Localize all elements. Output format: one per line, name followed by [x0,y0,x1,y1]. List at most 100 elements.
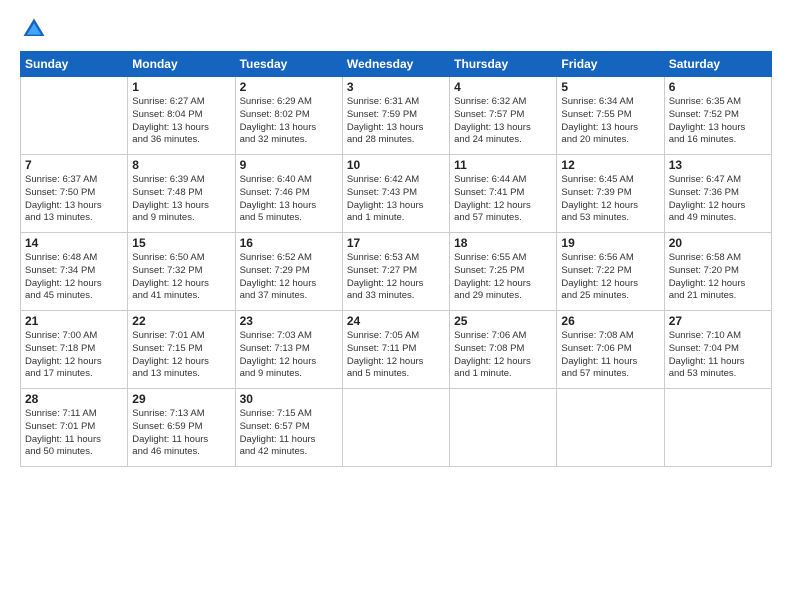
calendar-cell: 28 Sunrise: 7:11 AM Sunset: 7:01 PM Dayli… [21,389,128,467]
calendar-cell: 23 Sunrise: 7:03 AM Sunset: 7:13 PM Dayli… [235,311,342,389]
day-number: 29 [132,392,230,406]
day-info: Sunrise: 6:48 AM Sunset: 7:34 PM Dayligh… [25,252,123,303]
calendar-cell: 18 Sunrise: 6:55 AM Sunset: 7:25 PM Dayli… [450,233,557,311]
day-number: 26 [561,314,659,328]
calendar-header-wednesday: Wednesday [342,52,449,77]
logo-icon [20,15,48,43]
calendar-week-3: 14 Sunrise: 6:48 AM Sunset: 7:34 PM Dayli… [21,233,772,311]
day-number: 16 [240,236,338,250]
day-info: Sunrise: 6:31 AM Sunset: 7:59 PM Dayligh… [347,96,445,147]
calendar-header-friday: Friday [557,52,664,77]
calendar-header-tuesday: Tuesday [235,52,342,77]
calendar-cell: 13 Sunrise: 6:47 AM Sunset: 7:36 PM Dayli… [664,155,771,233]
day-info: Sunrise: 7:11 AM Sunset: 7:01 PM Dayligh… [25,408,123,459]
logo [20,15,52,43]
day-info: Sunrise: 7:15 AM Sunset: 6:57 PM Dayligh… [240,408,338,459]
day-info: Sunrise: 7:00 AM Sunset: 7:18 PM Dayligh… [25,330,123,381]
day-number: 14 [25,236,123,250]
calendar-cell [664,389,771,467]
calendar-cell: 20 Sunrise: 6:58 AM Sunset: 7:20 PM Dayli… [664,233,771,311]
day-info: Sunrise: 6:32 AM Sunset: 7:57 PM Dayligh… [454,96,552,147]
header [20,15,772,43]
day-info: Sunrise: 7:01 AM Sunset: 7:15 PM Dayligh… [132,330,230,381]
day-number: 18 [454,236,552,250]
day-number: 25 [454,314,552,328]
day-info: Sunrise: 6:39 AM Sunset: 7:48 PM Dayligh… [132,174,230,225]
calendar-cell: 30 Sunrise: 7:15 AM Sunset: 6:57 PM Dayli… [235,389,342,467]
day-number: 21 [25,314,123,328]
calendar-cell: 15 Sunrise: 6:50 AM Sunset: 7:32 PM Dayli… [128,233,235,311]
day-number: 10 [347,158,445,172]
calendar-cell: 22Sunrise: 7:01 AM Sunset: 7:15 PM Dayli… [128,311,235,389]
day-number: 4 [454,80,552,94]
calendar-cell: 21 Sunrise: 7:00 AM Sunset: 7:18 PM Dayli… [21,311,128,389]
calendar-week-2: 7Sunrise: 6:37 AM Sunset: 7:50 PM Daylig… [21,155,772,233]
day-info: Sunrise: 6:56 AM Sunset: 7:22 PM Dayligh… [561,252,659,303]
day-info: Sunrise: 7:03 AM Sunset: 7:13 PM Dayligh… [240,330,338,381]
calendar-cell: 27 Sunrise: 7:10 AM Sunset: 7:04 PM Dayli… [664,311,771,389]
day-number: 24 [347,314,445,328]
calendar-cell: 14 Sunrise: 6:48 AM Sunset: 7:34 PM Dayli… [21,233,128,311]
calendar-cell: 3Sunrise: 6:31 AM Sunset: 7:59 PM Daylig… [342,77,449,155]
day-info: Sunrise: 7:08 AM Sunset: 7:06 PM Dayligh… [561,330,659,381]
day-info: Sunrise: 6:55 AM Sunset: 7:25 PM Dayligh… [454,252,552,303]
day-info: Sunrise: 6:45 AM Sunset: 7:39 PM Dayligh… [561,174,659,225]
calendar-cell: 2Sunrise: 6:29 AM Sunset: 8:02 PM Daylig… [235,77,342,155]
day-number: 6 [669,80,767,94]
calendar-cell: 17 Sunrise: 6:53 AM Sunset: 7:27 PM Dayli… [342,233,449,311]
day-number: 13 [669,158,767,172]
day-info: Sunrise: 6:44 AM Sunset: 7:41 PM Dayligh… [454,174,552,225]
day-number: 1 [132,80,230,94]
calendar-cell: 12 Sunrise: 6:45 AM Sunset: 7:39 PM Dayli… [557,155,664,233]
day-info: Sunrise: 6:42 AM Sunset: 7:43 PM Dayligh… [347,174,445,225]
calendar: SundayMondayTuesdayWednesdayThursdayFrid… [20,51,772,467]
day-info: Sunrise: 6:29 AM Sunset: 8:02 PM Dayligh… [240,96,338,147]
day-info: Sunrise: 7:13 AM Sunset: 6:59 PM Dayligh… [132,408,230,459]
calendar-week-5: 28 Sunrise: 7:11 AM Sunset: 7:01 PM Dayli… [21,389,772,467]
calendar-cell [450,389,557,467]
calendar-cell: 29 Sunrise: 7:13 AM Sunset: 6:59 PM Dayli… [128,389,235,467]
calendar-header-saturday: Saturday [664,52,771,77]
day-info: Sunrise: 6:47 AM Sunset: 7:36 PM Dayligh… [669,174,767,225]
day-info: Sunrise: 7:06 AM Sunset: 7:08 PM Dayligh… [454,330,552,381]
calendar-cell: 16 Sunrise: 6:52 AM Sunset: 7:29 PM Dayli… [235,233,342,311]
calendar-cell: 5Sunrise: 6:34 AM Sunset: 7:55 PM Daylig… [557,77,664,155]
calendar-header-row: SundayMondayTuesdayWednesdayThursdayFrid… [21,52,772,77]
calendar-header-sunday: Sunday [21,52,128,77]
day-number: 12 [561,158,659,172]
calendar-cell: 6 Sunrise: 6:35 AM Sunset: 7:52 PM Daylig… [664,77,771,155]
day-info: Sunrise: 6:58 AM Sunset: 7:20 PM Dayligh… [669,252,767,303]
calendar-cell: 1 Sunrise: 6:27 AM Sunset: 8:04 PM Daylig… [128,77,235,155]
day-info: Sunrise: 6:52 AM Sunset: 7:29 PM Dayligh… [240,252,338,303]
day-number: 30 [240,392,338,406]
calendar-week-1: 1 Sunrise: 6:27 AM Sunset: 8:04 PM Daylig… [21,77,772,155]
calendar-cell: 24 Sunrise: 7:05 AM Sunset: 7:11 PM Dayli… [342,311,449,389]
day-info: Sunrise: 6:27 AM Sunset: 8:04 PM Dayligh… [132,96,230,147]
day-info: Sunrise: 6:50 AM Sunset: 7:32 PM Dayligh… [132,252,230,303]
day-info: Sunrise: 7:05 AM Sunset: 7:11 PM Dayligh… [347,330,445,381]
day-info: Sunrise: 6:34 AM Sunset: 7:55 PM Dayligh… [561,96,659,147]
day-number: 11 [454,158,552,172]
calendar-cell: 7Sunrise: 6:37 AM Sunset: 7:50 PM Daylig… [21,155,128,233]
day-info: Sunrise: 6:40 AM Sunset: 7:46 PM Dayligh… [240,174,338,225]
day-info: Sunrise: 7:10 AM Sunset: 7:04 PM Dayligh… [669,330,767,381]
calendar-week-4: 21 Sunrise: 7:00 AM Sunset: 7:18 PM Dayli… [21,311,772,389]
day-info: Sunrise: 6:37 AM Sunset: 7:50 PM Dayligh… [25,174,123,225]
day-number: 9 [240,158,338,172]
calendar-cell: 8Sunrise: 6:39 AM Sunset: 7:48 PM Daylig… [128,155,235,233]
day-number: 15 [132,236,230,250]
calendar-cell: 19 Sunrise: 6:56 AM Sunset: 7:22 PM Dayli… [557,233,664,311]
day-number: 20 [669,236,767,250]
calendar-cell: 4 Sunrise: 6:32 AM Sunset: 7:57 PM Daylig… [450,77,557,155]
calendar-cell [557,389,664,467]
day-number: 27 [669,314,767,328]
calendar-header-monday: Monday [128,52,235,77]
day-number: 23 [240,314,338,328]
day-number: 19 [561,236,659,250]
day-info: Sunrise: 6:53 AM Sunset: 7:27 PM Dayligh… [347,252,445,303]
day-number: 28 [25,392,123,406]
day-number: 17 [347,236,445,250]
page: SundayMondayTuesdayWednesdayThursdayFrid… [0,0,792,612]
day-info: Sunrise: 6:35 AM Sunset: 7:52 PM Dayligh… [669,96,767,147]
calendar-cell: 25 Sunrise: 7:06 AM Sunset: 7:08 PM Dayli… [450,311,557,389]
